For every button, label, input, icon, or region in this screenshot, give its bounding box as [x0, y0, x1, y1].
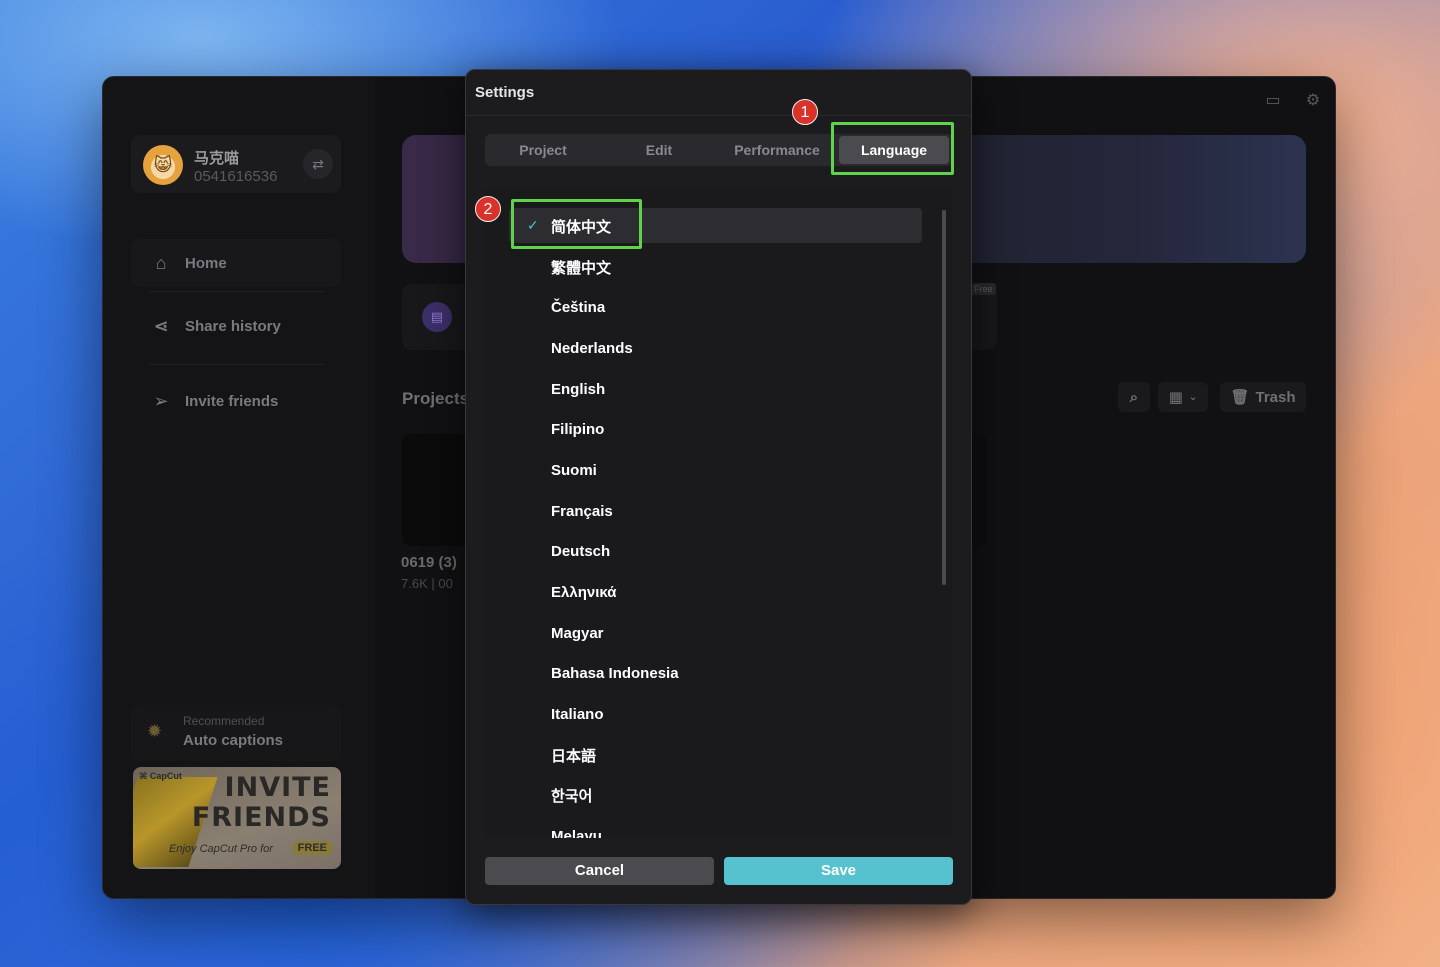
language-list-panel: ✓ 简体中文 繁體中文 Čeština Nederlands English F… [485, 188, 953, 838]
recommended-label: Recommended [183, 714, 265, 728]
recommended-title: Auto captions [183, 732, 283, 749]
divider [149, 291, 325, 292]
invite-friends-banner[interactable]: ⌘ CapCut INVITE FRIENDS Enjoy CapCut Pro… [133, 767, 341, 869]
language-option[interactable]: English [485, 369, 953, 410]
trash-label: Trash [1255, 388, 1296, 406]
banner-title-line2: FRIENDS [191, 802, 331, 833]
language-label: Ελληνικά [551, 584, 617, 602]
banner-title-line1: INVITE [224, 772, 331, 803]
language-label: Bahasa Indonesia [551, 665, 679, 683]
language-option[interactable]: Bahasa Indonesia [485, 654, 953, 695]
tab-project[interactable]: Project [485, 134, 601, 166]
language-option[interactable]: 繁體中文 [485, 247, 953, 288]
project-meta: 7.6K | 00 [401, 576, 453, 591]
language-option[interactable]: Ελληνικά [485, 572, 953, 613]
language-label: 繁體中文 [551, 259, 612, 277]
search-button[interactable]: ⌕ [1118, 382, 1150, 412]
view-toggle-button[interactable]: ▦ ⌄ [1158, 382, 1208, 412]
divider [149, 364, 325, 365]
settings-tabs: Project Edit Performance Language [485, 134, 953, 166]
tab-language[interactable]: Language [839, 136, 949, 164]
language-label: Melayu [551, 828, 602, 838]
send-icon: ➢ [153, 390, 169, 411]
projects-heading: Projects [402, 389, 470, 408]
user-id: 0541616536 [194, 168, 278, 185]
language-label: Nederlands [551, 339, 633, 357]
settings-gear-icon[interactable]: ⚙ [1303, 91, 1323, 111]
language-label: 简体中文 [551, 218, 612, 236]
language-label: Deutsch [551, 543, 611, 561]
language-option[interactable]: 한국어 [485, 776, 953, 817]
scrollbar[interactable] [942, 210, 946, 585]
switch-account-icon[interactable]: ⇄ [303, 149, 333, 179]
language-option[interactable]: Français [485, 491, 953, 532]
chevron-down-icon: ⌄ [1188, 391, 1198, 403]
home-icon: ⌂ [155, 252, 167, 273]
language-option[interactable]: 日本語 [485, 735, 953, 776]
ai-tool-icon: ▤ [422, 302, 452, 332]
sidebar-item-invite-friends[interactable]: ➢ Invite friends [131, 377, 341, 425]
search-icon: ⌕ [1129, 388, 1139, 406]
feedback-icon[interactable]: ▭ [1263, 91, 1283, 111]
cancel-button[interactable]: Cancel [485, 857, 714, 885]
language-option-simplified-chinese[interactable]: ✓ 简体中文 [485, 206, 953, 247]
language-label: Magyar [551, 624, 604, 642]
recommended-card[interactable]: ✹ Recommended Auto captions [131, 705, 341, 761]
language-label: 日本語 [551, 747, 597, 765]
banner-title: INVITE FRIENDS [192, 773, 331, 833]
checkmark-icon: ✓ [527, 217, 539, 233]
share-icon: ⋖ [153, 315, 169, 336]
sidebar: 😸 马克喵 0541616536 ⇄ ⌂ Home ⋖ Share histor… [103, 77, 375, 898]
language-list: ✓ 简体中文 繁體中文 Čeština Nederlands English F… [485, 206, 953, 838]
sidebar-item-label: Invite friends [185, 392, 279, 410]
sidebar-item-home[interactable]: ⌂ Home [131, 239, 341, 287]
tab-performance[interactable]: Performance [717, 134, 837, 166]
language-option[interactable]: Magyar [485, 613, 953, 654]
language-label: Suomi [551, 461, 597, 479]
trash-icon: 🗑 [1230, 389, 1250, 406]
free-tag: Free [971, 283, 996, 295]
lightbulb-icon: ✹ [147, 721, 163, 741]
user-name: 马克喵 [194, 150, 240, 167]
language-option[interactable]: Nederlands [485, 328, 953, 369]
language-label: Čeština [551, 299, 606, 317]
language-option[interactable]: Melayu [485, 816, 953, 838]
language-label: Français [551, 502, 613, 520]
language-option[interactable]: Filipino [485, 409, 953, 450]
banner-subtitle: Enjoy CapCut Pro for [169, 843, 273, 855]
dialog-title: Settings [475, 84, 535, 101]
trash-button[interactable]: 🗑 Trash [1220, 382, 1306, 412]
language-option[interactable]: Čeština [485, 287, 953, 328]
language-option[interactable]: Suomi [485, 450, 953, 491]
avatar: 😸 [143, 145, 183, 185]
divider [466, 115, 971, 116]
language-option[interactable]: Italiano [485, 694, 953, 735]
user-card[interactable]: 😸 马克喵 0541616536 ⇄ [131, 135, 341, 193]
language-label: 한국어 [551, 788, 593, 806]
sidebar-item-share-history[interactable]: ⋖ Share history [131, 302, 341, 350]
language-option[interactable]: Deutsch [485, 532, 953, 573]
grid-view-icon: ▦ [1168, 389, 1183, 406]
language-label: English [551, 380, 606, 398]
banner-free-badge: FREE [291, 841, 333, 855]
project-name: 0619 (3) [401, 554, 457, 571]
language-label: Italiano [551, 706, 604, 724]
tab-edit[interactable]: Edit [601, 134, 717, 166]
sidebar-item-label: Home [185, 254, 227, 272]
sidebar-item-label: Share history [185, 317, 281, 335]
language-label: Filipino [551, 421, 605, 439]
settings-dialog: Settings Project Edit Performance Langua… [465, 69, 972, 905]
step-badge-1: 1 [792, 99, 818, 125]
step-badge-2: 2 [475, 196, 501, 222]
capcut-logo: ⌘ CapCut [139, 771, 182, 781]
save-button[interactable]: Save [724, 857, 953, 885]
